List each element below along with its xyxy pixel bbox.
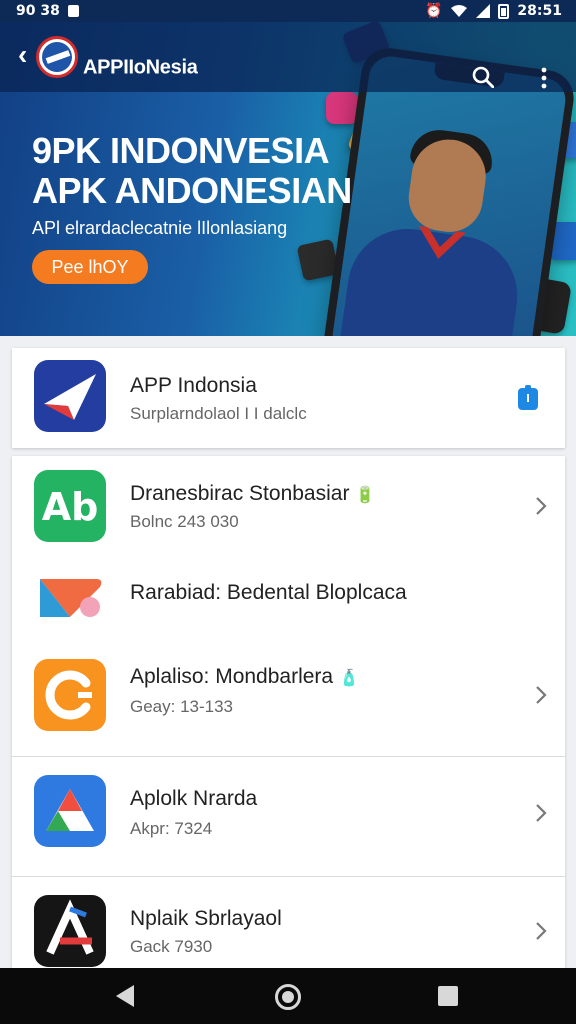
- back-icon[interactable]: ‹: [18, 41, 32, 69]
- battery-icon: [498, 3, 510, 19]
- list-item-title: Dranesbirac Stonbasiar 🔋: [130, 482, 375, 506]
- list-item[interactable]: Aplaliso: Mondbarlera 🧴 Geay: 13-133: [12, 641, 565, 756]
- chevron-right-icon[interactable]: [535, 921, 547, 941]
- list-item[interactable]: Rarabiad: Bedental Bloplcaca: [12, 551, 565, 641]
- phone-screen: [329, 53, 569, 336]
- hero-subtitle: APl elrardaclecatnie lIlonlasiang: [32, 218, 288, 238]
- hero-banner: ‹ APPIIoNesia 9PK INDONVESIA APK ANDONES…: [0, 22, 576, 336]
- triangle-icon: [34, 775, 106, 847]
- more-icon[interactable]: [534, 66, 554, 90]
- list-item[interactable]: Nplaik Sbrlayaol Gack 7930: [12, 877, 565, 976]
- notification-icon: [67, 5, 79, 17]
- app-list: Ab Dranesbirac Stonbasiar 🔋 Bolnc 243 03…: [12, 456, 565, 976]
- nav-back-icon[interactable]: [116, 985, 134, 1007]
- app-title: APPIIoNesia: [83, 56, 198, 79]
- status-right: ⏰ 28:51: [425, 3, 562, 19]
- search-icon[interactable]: [472, 66, 494, 88]
- list-item-title: Aplaliso: Mondbarlera 🧴: [130, 665, 359, 689]
- ab-letter-icon: Ab: [34, 470, 106, 542]
- paper-plane-icon: [34, 360, 106, 432]
- chevron-right-icon[interactable]: [535, 496, 547, 516]
- status-bar: 90 38 ⏰ 28:51: [0, 0, 576, 22]
- list-item-title-text: Dranesbirac Stonbasiar: [130, 482, 350, 505]
- hero-cta-button[interactable]: Pee lhOY: [32, 250, 148, 284]
- chevron-right-icon[interactable]: [535, 803, 547, 823]
- app-logo: [36, 36, 78, 78]
- list-item[interactable]: Ab Dranesbirac Stonbasiar 🔋 Bolnc 243 03…: [12, 456, 565, 551]
- featured-app-title: APP Indonsia: [130, 374, 257, 397]
- status-time: 28:51: [517, 3, 562, 19]
- app-logo-inner: [42, 42, 72, 72]
- featured-app-card[interactable]: APP Indonsia Surplarndolaol I I dalclc: [12, 348, 565, 448]
- alarm-icon: ⏰: [424, 3, 443, 19]
- signal-icon: [476, 4, 491, 18]
- list-item-subtitle: Gack 7930: [130, 937, 213, 956]
- list-item-title: Rarabiad: Bedental Bloplcaca: [130, 581, 407, 604]
- list-item-title-text: Aplaliso: Mondbarlera: [130, 665, 334, 688]
- featured-app-subtitle: Surplarndolaol I I dalclc: [130, 404, 307, 423]
- bottle-badge-icon: 🧴: [338, 670, 359, 687]
- battery-badge-icon: 🔋: [355, 487, 376, 504]
- list-item-title: Aplolk Nrarda: [130, 787, 258, 810]
- floating-swirl-icon: [326, 92, 358, 124]
- wifi-icon: [451, 5, 468, 17]
- list-item-subtitle: Geay: 13-133: [130, 697, 234, 716]
- list-item-title: Nplaik Sbrlayaol: [130, 907, 282, 930]
- system-nav-bar: [0, 968, 576, 1024]
- nav-recent-icon[interactable]: [438, 986, 458, 1006]
- list-item-subtitle: Akpr: 7324: [130, 819, 213, 838]
- a-logo-icon: [34, 895, 106, 967]
- status-left-text: 90 38: [16, 3, 60, 19]
- svg-text:Ab: Ab: [42, 485, 99, 529]
- nav-home-icon[interactable]: [275, 984, 301, 1010]
- hero-title-line-1: 9PK INDONVESIA: [32, 130, 330, 171]
- list-item-subtitle: Bolnc 243 030: [130, 512, 239, 531]
- list-item[interactable]: Aplolk Nrarda Akpr: 7324: [12, 757, 565, 876]
- status-left: 90 38: [16, 3, 79, 19]
- c-arrow-icon: [34, 659, 106, 731]
- download-badge-icon[interactable]: [518, 385, 538, 410]
- chevron-right-icon[interactable]: [535, 685, 547, 705]
- swirl-play-icon: [36, 573, 106, 623]
- hero-title-line-2: APK ANDONESIAN: [32, 170, 352, 211]
